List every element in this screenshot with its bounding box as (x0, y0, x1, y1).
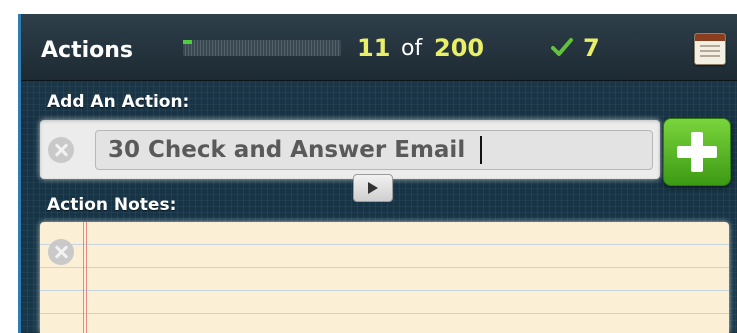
add-action-input-wrapper (40, 120, 660, 179)
action-input[interactable] (95, 130, 653, 170)
clear-icon[interactable] (48, 137, 74, 163)
total-count: 200 (434, 34, 485, 62)
text-caret (480, 136, 482, 164)
plus-icon (664, 119, 730, 185)
current-count: 11 (357, 34, 391, 62)
play-icon (368, 182, 378, 194)
notes-margin-line (83, 222, 84, 333)
add-action-button[interactable] (663, 118, 731, 186)
panel-title: Actions (41, 38, 133, 63)
add-action-label: Add An Action: (47, 92, 190, 112)
notebook-icon[interactable] (694, 33, 726, 65)
check-icon (551, 38, 573, 56)
action-notes-label: Action Notes: (47, 195, 177, 215)
notes-margin-line (86, 222, 87, 333)
actions-panel: Actions 11 of 200 7 Add An Action: Actio… (18, 14, 737, 333)
completed-count: 7 (583, 34, 600, 62)
progress-fill (183, 40, 192, 44)
count-separator: of (401, 36, 423, 61)
header-bar: Actions 11 of 200 7 (21, 14, 737, 81)
clear-icon[interactable] (48, 239, 74, 265)
progress-bar (183, 40, 341, 56)
action-notes-field[interactable] (40, 222, 729, 333)
expand-notes-button[interactable] (353, 174, 393, 202)
